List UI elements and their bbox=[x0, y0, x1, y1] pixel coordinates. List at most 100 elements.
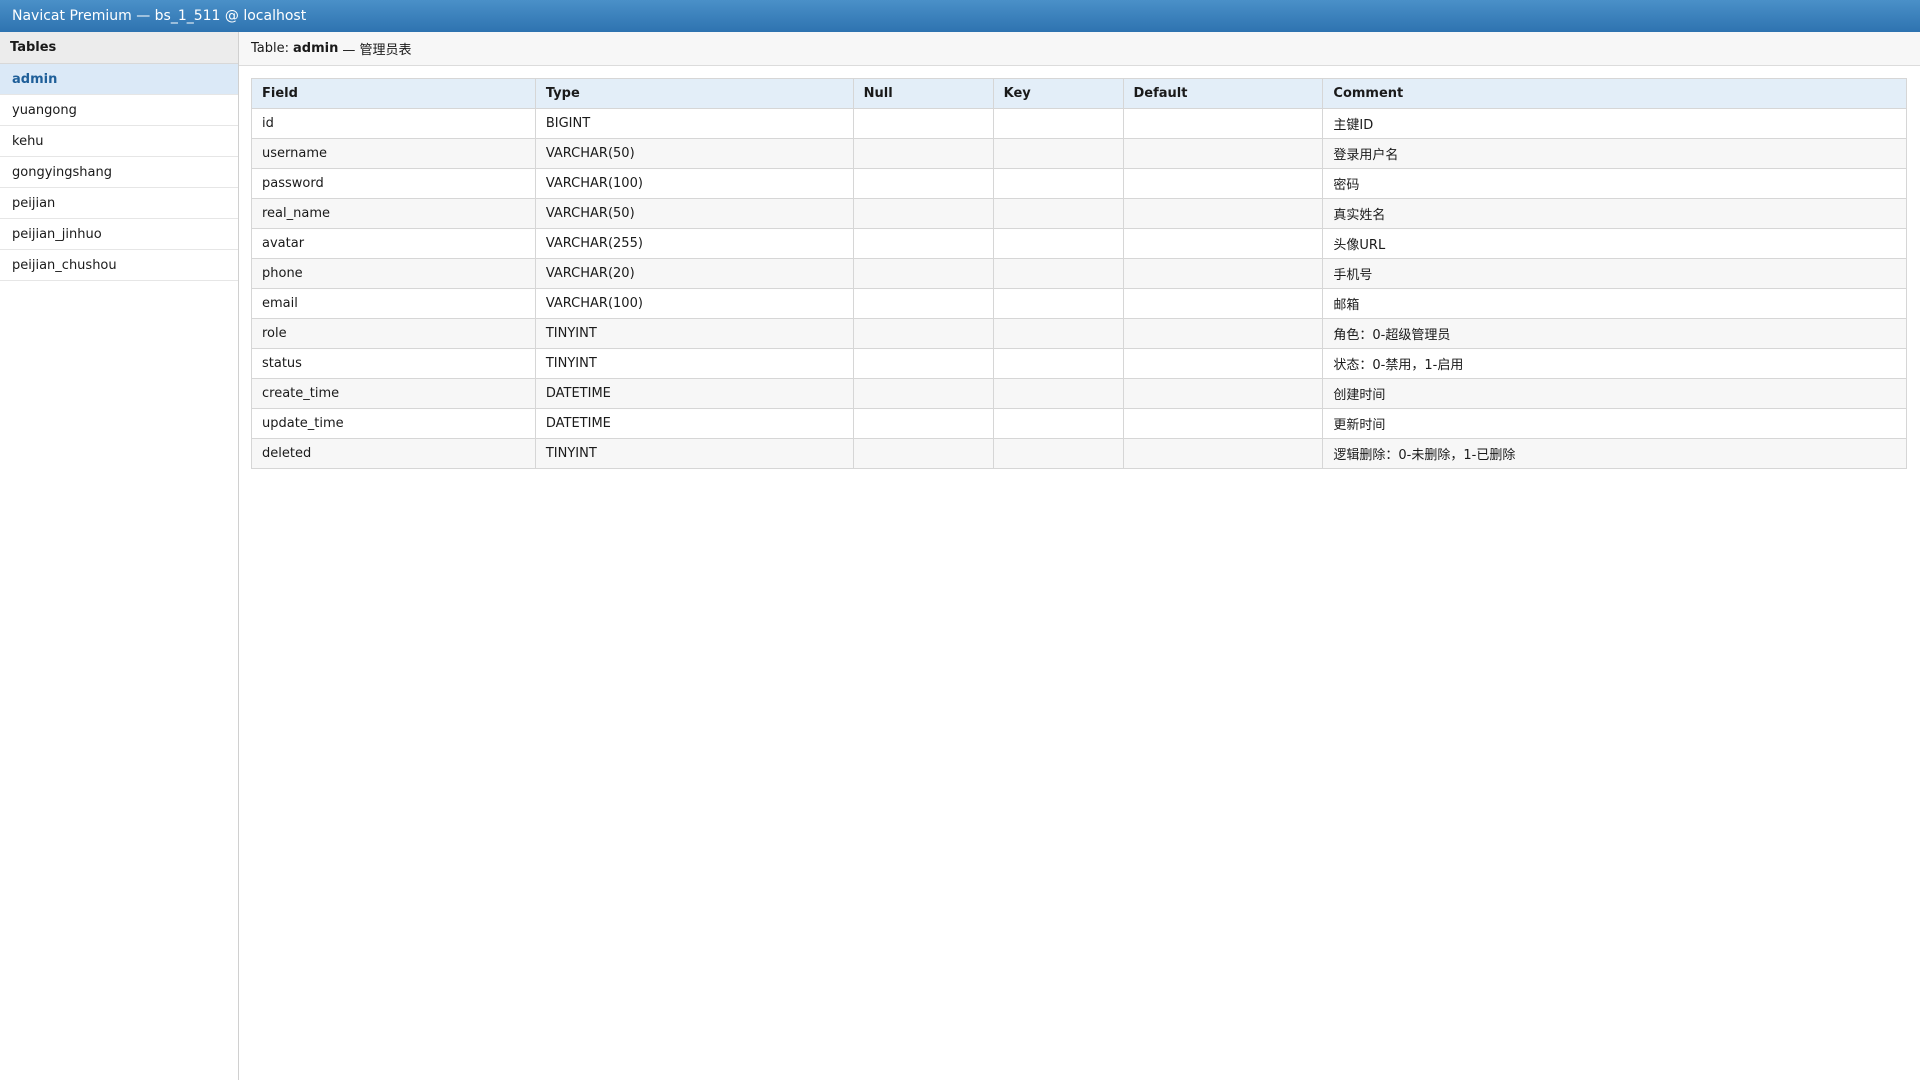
cell-comment[interactable]: 登录用户名 bbox=[1322, 138, 1907, 169]
cell-null[interactable] bbox=[852, 288, 994, 319]
cell-key[interactable] bbox=[992, 318, 1124, 349]
cell-field[interactable]: create_time bbox=[251, 378, 536, 409]
cell-type[interactable]: TINYINT bbox=[534, 348, 854, 379]
table-row[interactable]: email VARCHAR(100) 邮箱 bbox=[251, 288, 1907, 319]
table-row[interactable]: role TINYINT 角色：0-超级管理员 bbox=[251, 318, 1907, 349]
cell-null[interactable] bbox=[852, 378, 994, 409]
table-row[interactable]: status TINYINT 状态：0-禁用，1-启用 bbox=[251, 348, 1907, 379]
cell-default[interactable] bbox=[1122, 378, 1324, 409]
cell-field[interactable]: avatar bbox=[251, 228, 536, 259]
cell-default[interactable] bbox=[1122, 258, 1324, 289]
cell-type[interactable]: VARCHAR(100) bbox=[534, 288, 854, 319]
cell-field[interactable]: deleted bbox=[251, 438, 536, 469]
cell-comment[interactable]: 手机号 bbox=[1322, 258, 1907, 289]
sidebar-item-kehu[interactable]: kehu bbox=[0, 126, 238, 157]
cell-type[interactable]: TINYINT bbox=[534, 438, 854, 469]
table-row[interactable]: password VARCHAR(100) 密码 bbox=[251, 168, 1907, 199]
cell-null[interactable] bbox=[852, 168, 994, 199]
cell-default[interactable] bbox=[1122, 228, 1324, 259]
cell-comment[interactable]: 密码 bbox=[1322, 168, 1907, 199]
cell-null[interactable] bbox=[852, 318, 994, 349]
table-row[interactable]: update_time DATETIME 更新时间 bbox=[251, 408, 1907, 439]
cell-default[interactable] bbox=[1122, 108, 1324, 139]
cell-type[interactable]: VARCHAR(255) bbox=[534, 228, 854, 259]
main-panel: Table: admin — 管理员表 Field Type Null Key … bbox=[239, 32, 1920, 1080]
sidebar-item-peijian[interactable]: peijian bbox=[0, 188, 238, 219]
table-row[interactable]: avatar VARCHAR(255) 头像URL bbox=[251, 228, 1907, 259]
column-header-comment[interactable]: Comment bbox=[1322, 78, 1907, 109]
cell-field[interactable]: id bbox=[251, 108, 536, 139]
cell-type[interactable]: BIGINT bbox=[534, 108, 854, 139]
cell-type[interactable]: DATETIME bbox=[534, 378, 854, 409]
cell-key[interactable] bbox=[992, 168, 1124, 199]
column-header-default[interactable]: Default bbox=[1122, 78, 1324, 109]
cell-default[interactable] bbox=[1122, 348, 1324, 379]
cell-key[interactable] bbox=[992, 108, 1124, 139]
cell-comment[interactable]: 主键ID bbox=[1322, 108, 1907, 139]
cell-default[interactable] bbox=[1122, 318, 1324, 349]
cell-comment[interactable]: 邮箱 bbox=[1322, 288, 1907, 319]
cell-type[interactable]: DATETIME bbox=[534, 408, 854, 439]
column-header-type[interactable]: Type bbox=[534, 78, 854, 109]
cell-null[interactable] bbox=[852, 228, 994, 259]
cell-default[interactable] bbox=[1122, 288, 1324, 319]
cell-comment[interactable]: 创建时间 bbox=[1322, 378, 1907, 409]
cell-null[interactable] bbox=[852, 438, 994, 469]
cell-type[interactable]: VARCHAR(50) bbox=[534, 138, 854, 169]
cell-field[interactable]: email bbox=[251, 288, 536, 319]
cell-field[interactable]: status bbox=[251, 348, 536, 379]
table-row[interactable]: deleted TINYINT 逻辑删除：0-未删除，1-已删除 bbox=[251, 438, 1907, 469]
cell-field[interactable]: username bbox=[251, 138, 536, 169]
cell-key[interactable] bbox=[992, 288, 1124, 319]
cell-comment[interactable]: 状态：0-禁用，1-启用 bbox=[1322, 348, 1907, 379]
cell-default[interactable] bbox=[1122, 168, 1324, 199]
table-row[interactable]: real_name VARCHAR(50) 真实姓名 bbox=[251, 198, 1907, 229]
table-row[interactable]: create_time DATETIME 创建时间 bbox=[251, 378, 1907, 409]
title-bar[interactable]: Navicat Premium — bs_1_511 @ localhost bbox=[0, 0, 1920, 32]
cell-field[interactable]: update_time bbox=[251, 408, 536, 439]
cell-default[interactable] bbox=[1122, 198, 1324, 229]
cell-comment[interactable]: 真实姓名 bbox=[1322, 198, 1907, 229]
cell-field[interactable]: password bbox=[251, 168, 536, 199]
cell-key[interactable] bbox=[992, 408, 1124, 439]
sidebar-item-peijian-jinhuo[interactable]: peijian_jinhuo bbox=[0, 219, 238, 250]
table-row[interactable]: id BIGINT 主键ID bbox=[251, 108, 1907, 139]
cell-type[interactable]: VARCHAR(50) bbox=[534, 198, 854, 229]
cell-null[interactable] bbox=[852, 258, 994, 289]
column-header-field[interactable]: Field bbox=[251, 78, 536, 109]
cell-null[interactable] bbox=[852, 108, 994, 139]
cell-key[interactable] bbox=[992, 198, 1124, 229]
sidebar-item-yuangong[interactable]: yuangong bbox=[0, 95, 238, 126]
cell-key[interactable] bbox=[992, 378, 1124, 409]
cell-null[interactable] bbox=[852, 408, 994, 439]
cell-null[interactable] bbox=[852, 138, 994, 169]
cell-key[interactable] bbox=[992, 348, 1124, 379]
sidebar-item-admin[interactable]: admin bbox=[0, 64, 238, 95]
cell-type[interactable]: TINYINT bbox=[534, 318, 854, 349]
cell-null[interactable] bbox=[852, 348, 994, 379]
cell-comment[interactable]: 更新时间 bbox=[1322, 408, 1907, 439]
structure-table: Field Type Null Key Default Comment id BI… bbox=[251, 78, 1907, 469]
cell-key[interactable] bbox=[992, 258, 1124, 289]
cell-default[interactable] bbox=[1122, 408, 1324, 439]
column-header-key[interactable]: Key bbox=[992, 78, 1124, 109]
cell-comment[interactable]: 逻辑删除：0-未删除，1-已删除 bbox=[1322, 438, 1907, 469]
column-header-null[interactable]: Null bbox=[852, 78, 994, 109]
cell-field[interactable]: phone bbox=[251, 258, 536, 289]
cell-null[interactable] bbox=[852, 198, 994, 229]
table-row[interactable]: phone VARCHAR(20) 手机号 bbox=[251, 258, 1907, 289]
cell-comment[interactable]: 角色：0-超级管理员 bbox=[1322, 318, 1907, 349]
cell-type[interactable]: VARCHAR(20) bbox=[534, 258, 854, 289]
table-row[interactable]: username VARCHAR(50) 登录用户名 bbox=[251, 138, 1907, 169]
cell-key[interactable] bbox=[992, 138, 1124, 169]
cell-key[interactable] bbox=[992, 228, 1124, 259]
sidebar-item-peijian-chushou[interactable]: peijian_chushou bbox=[0, 250, 238, 281]
cell-field[interactable]: role bbox=[251, 318, 536, 349]
sidebar-item-gongyingshang[interactable]: gongyingshang bbox=[0, 157, 238, 188]
cell-key[interactable] bbox=[992, 438, 1124, 469]
cell-default[interactable] bbox=[1122, 438, 1324, 469]
cell-field[interactable]: real_name bbox=[251, 198, 536, 229]
cell-type[interactable]: VARCHAR(100) bbox=[534, 168, 854, 199]
cell-default[interactable] bbox=[1122, 138, 1324, 169]
cell-comment[interactable]: 头像URL bbox=[1322, 228, 1907, 259]
